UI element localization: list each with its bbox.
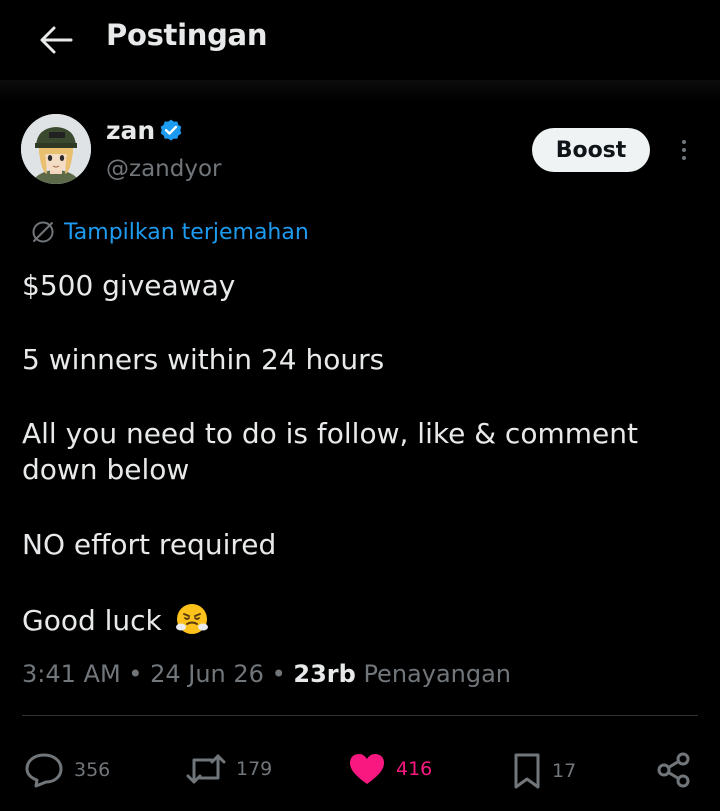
boost-button[interactable]: Boost <box>532 128 650 172</box>
steam-face-emoji-icon <box>175 604 208 634</box>
post-text-line: 5 winners within 24 hours <box>22 343 385 376</box>
bookmark-icon <box>514 753 540 789</box>
repost-count: 179 <box>236 758 273 780</box>
more-options-icon[interactable] <box>672 134 696 166</box>
reply-count: 356 <box>74 759 111 781</box>
like-button[interactable]: 416 <box>348 752 432 786</box>
views-label: Penayangan <box>363 660 512 688</box>
post-date[interactable]: 24 Jun 26 <box>150 660 264 688</box>
reply-button[interactable]: 356 <box>24 752 110 788</box>
post-text-line: $500 giveaway <box>22 269 236 302</box>
header-divider <box>0 80 720 100</box>
views-count: 23rb <box>293 660 356 688</box>
share-button[interactable] <box>656 752 692 788</box>
arrow-left-icon <box>40 26 73 54</box>
avatar[interactable] <box>21 114 91 184</box>
post-text-line: down below <box>22 453 190 486</box>
post-text-line: Good luck <box>22 602 209 639</box>
author-display-name[interactable]: zan <box>106 116 155 145</box>
repost-button[interactable]: 179 <box>186 752 272 786</box>
repost-icon <box>186 754 226 784</box>
share-icon <box>657 752 690 788</box>
divider <box>22 715 698 716</box>
post-text-good-luck: Good luck <box>22 604 162 637</box>
post-text-line: NO effort required <box>22 528 277 561</box>
post-time[interactable]: 3:41 AM <box>22 660 121 688</box>
translate-link[interactable]: Tampilkan terjemahan <box>30 219 309 245</box>
author-handle[interactable]: @zandyor <box>106 156 221 182</box>
reply-icon <box>25 753 63 788</box>
post-meta: 3:41 AM • 24 Jun 26 • 23rb Penayangan <box>22 660 512 688</box>
verified-badge-icon <box>160 119 182 141</box>
translate-label: Tampilkan terjemahan <box>64 219 309 245</box>
post-text-line: All you need to do is follow, like & com… <box>22 417 638 450</box>
like-count: 416 <box>396 758 433 780</box>
avatar-image <box>21 114 91 184</box>
page-title: Postingan <box>106 18 268 52</box>
bookmark-count: 17 <box>552 760 577 782</box>
back-button[interactable] <box>36 20 76 60</box>
bookmark-button[interactable]: 17 <box>512 752 576 790</box>
top-bar: Postingan <box>0 0 720 80</box>
globe-icon <box>32 221 54 243</box>
heart-filled-icon <box>350 754 384 784</box>
